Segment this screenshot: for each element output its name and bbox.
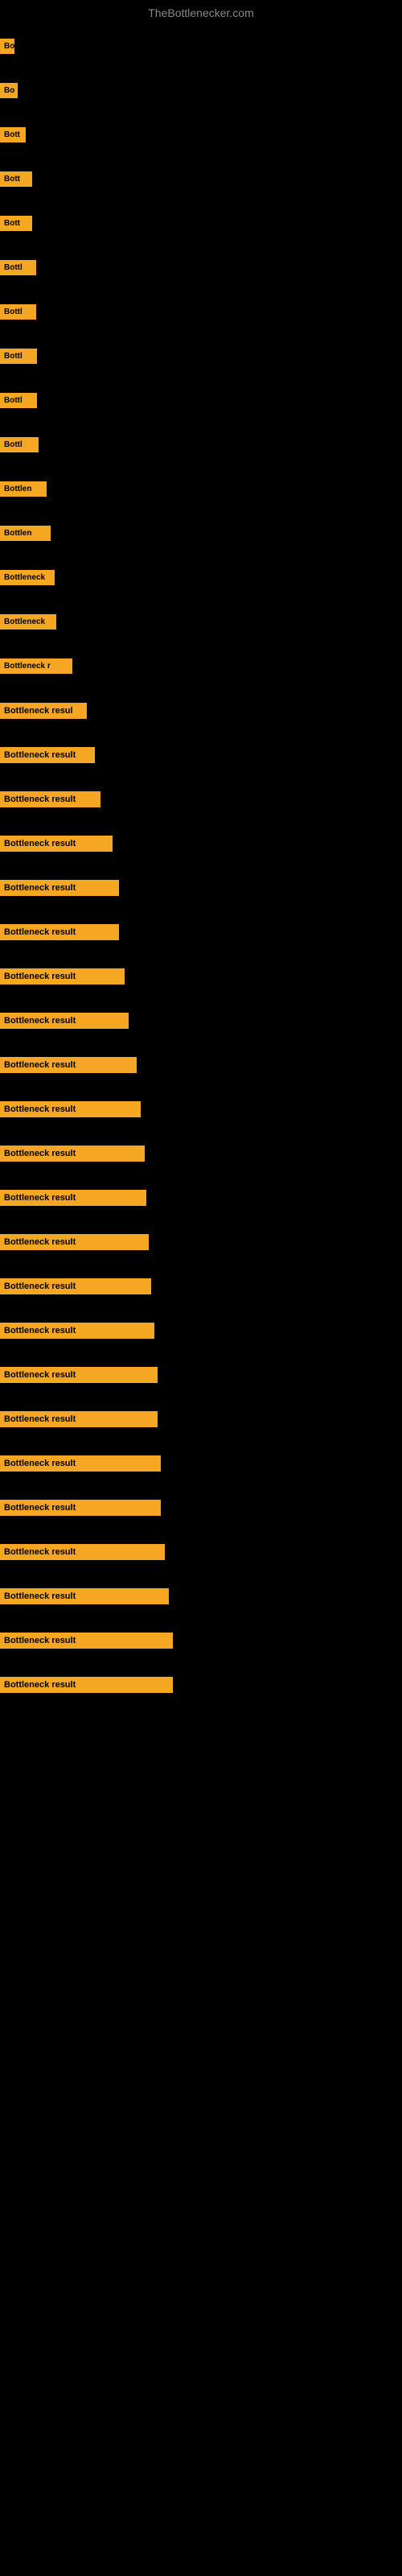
bottleneck-label-38: Bottleneck result — [0, 1677, 173, 1693]
bottleneck-item-33: Bottleneck result — [0, 1441, 402, 1485]
bottleneck-item-4: Bott — [0, 157, 402, 201]
bottleneck-label-7: Bottl — [0, 304, 36, 320]
bottleneck-item-31: Bottleneck result — [0, 1352, 402, 1397]
bottleneck-item-26: Bottleneck result — [0, 1131, 402, 1175]
bottleneck-label-31: Bottleneck result — [0, 1367, 158, 1383]
bottleneck-item-22: Bottleneck result — [0, 954, 402, 998]
bottleneck-item-25: Bottleneck result — [0, 1087, 402, 1131]
bottleneck-label-30: Bottleneck result — [0, 1323, 154, 1339]
bottleneck-label-9: Bottl — [0, 393, 37, 408]
bottleneck-item-14: Bottleneck — [0, 600, 402, 644]
bottleneck-item-3: Bott — [0, 113, 402, 157]
bottleneck-item-9: Bottl — [0, 378, 402, 423]
bottleneck-label-8: Bottl — [0, 349, 37, 364]
bottleneck-item-27: Bottleneck result — [0, 1175, 402, 1220]
bottleneck-item-15: Bottleneck r — [0, 644, 402, 688]
bottleneck-label-17: Bottleneck result — [0, 747, 95, 763]
bottleneck-item-1: Bo — [0, 24, 402, 68]
bottleneck-label-19: Bottleneck result — [0, 836, 113, 852]
bottleneck-label-18: Bottleneck result — [0, 791, 100, 807]
bottleneck-label-26: Bottleneck result — [0, 1146, 145, 1162]
bottleneck-label-28: Bottleneck result — [0, 1234, 149, 1250]
bottleneck-label-33: Bottleneck result — [0, 1455, 161, 1472]
bottleneck-item-18: Bottleneck result — [0, 777, 402, 821]
bottleneck-item-6: Bottl — [0, 246, 402, 290]
bottleneck-item-24: Bottleneck result — [0, 1042, 402, 1087]
bottleneck-item-12: Bottlen — [0, 511, 402, 555]
bottleneck-label-10: Bottl — [0, 437, 39, 452]
bottleneck-item-36: Bottleneck result — [0, 1574, 402, 1618]
bottleneck-item-21: Bottleneck result — [0, 910, 402, 954]
bottleneck-label-37: Bottleneck result — [0, 1633, 173, 1649]
bottleneck-item-34: Bottleneck result — [0, 1485, 402, 1530]
bottleneck-label-12: Bottlen — [0, 526, 51, 541]
bottleneck-label-25: Bottleneck result — [0, 1101, 141, 1117]
bottleneck-item-7: Bottl — [0, 290, 402, 334]
bottleneck-item-5: Bott — [0, 201, 402, 246]
bottleneck-label-29: Bottleneck result — [0, 1278, 151, 1294]
bottleneck-item-17: Bottleneck result — [0, 733, 402, 777]
bottleneck-label-35: Bottleneck result — [0, 1544, 165, 1560]
bottleneck-label-27: Bottleneck result — [0, 1190, 146, 1206]
bottleneck-label-15: Bottleneck r — [0, 658, 72, 674]
bottleneck-item-29: Bottleneck result — [0, 1264, 402, 1308]
bottleneck-label-24: Bottleneck result — [0, 1057, 137, 1073]
bottleneck-label-3: Bott — [0, 127, 26, 142]
bottleneck-item-23: Bottleneck result — [0, 998, 402, 1042]
bottleneck-item-32: Bottleneck result — [0, 1397, 402, 1441]
bottleneck-label-5: Bott — [0, 216, 32, 231]
bottleneck-item-19: Bottleneck result — [0, 821, 402, 865]
bottleneck-label-11: Bottlen — [0, 481, 47, 497]
bottleneck-item-8: Bottl — [0, 334, 402, 378]
bottleneck-label-20: Bottleneck result — [0, 880, 119, 896]
bottleneck-item-38: Bottleneck result — [0, 1662, 402, 1707]
bottleneck-item-11: Bottlen — [0, 467, 402, 511]
bottleneck-label-16: Bottleneck resul — [0, 703, 87, 719]
bottleneck-item-30: Bottleneck result — [0, 1308, 402, 1352]
bottleneck-item-35: Bottleneck result — [0, 1530, 402, 1574]
bottleneck-label-22: Bottleneck result — [0, 968, 125, 985]
bottleneck-label-13: Bottleneck — [0, 570, 55, 585]
bottleneck-label-1: Bo — [0, 39, 14, 54]
bottleneck-label-36: Bottleneck result — [0, 1588, 169, 1604]
bottleneck-label-14: Bottleneck — [0, 614, 56, 630]
bottleneck-label-34: Bottleneck result — [0, 1500, 161, 1516]
bottleneck-label-32: Bottleneck result — [0, 1411, 158, 1427]
bottleneck-item-13: Bottleneck — [0, 555, 402, 600]
bottleneck-item-28: Bottleneck result — [0, 1220, 402, 1264]
bottleneck-label-6: Bottl — [0, 260, 36, 275]
bottleneck-label-2: Bo — [0, 83, 18, 98]
bottleneck-label-21: Bottleneck result — [0, 924, 119, 940]
bottleneck-item-20: Bottleneck result — [0, 865, 402, 910]
bottleneck-label-23: Bottleneck result — [0, 1013, 129, 1029]
bottleneck-item-2: Bo — [0, 68, 402, 113]
bottleneck-item-37: Bottleneck result — [0, 1618, 402, 1662]
bottleneck-item-16: Bottleneck resul — [0, 688, 402, 733]
bottleneck-label-4: Bott — [0, 171, 32, 187]
bottleneck-item-10: Bottl — [0, 423, 402, 467]
items-container: Bo Bo Bott Bott Bott Bottl Bottl Bottl Bottl Bott… — [0, 16, 402, 1707]
